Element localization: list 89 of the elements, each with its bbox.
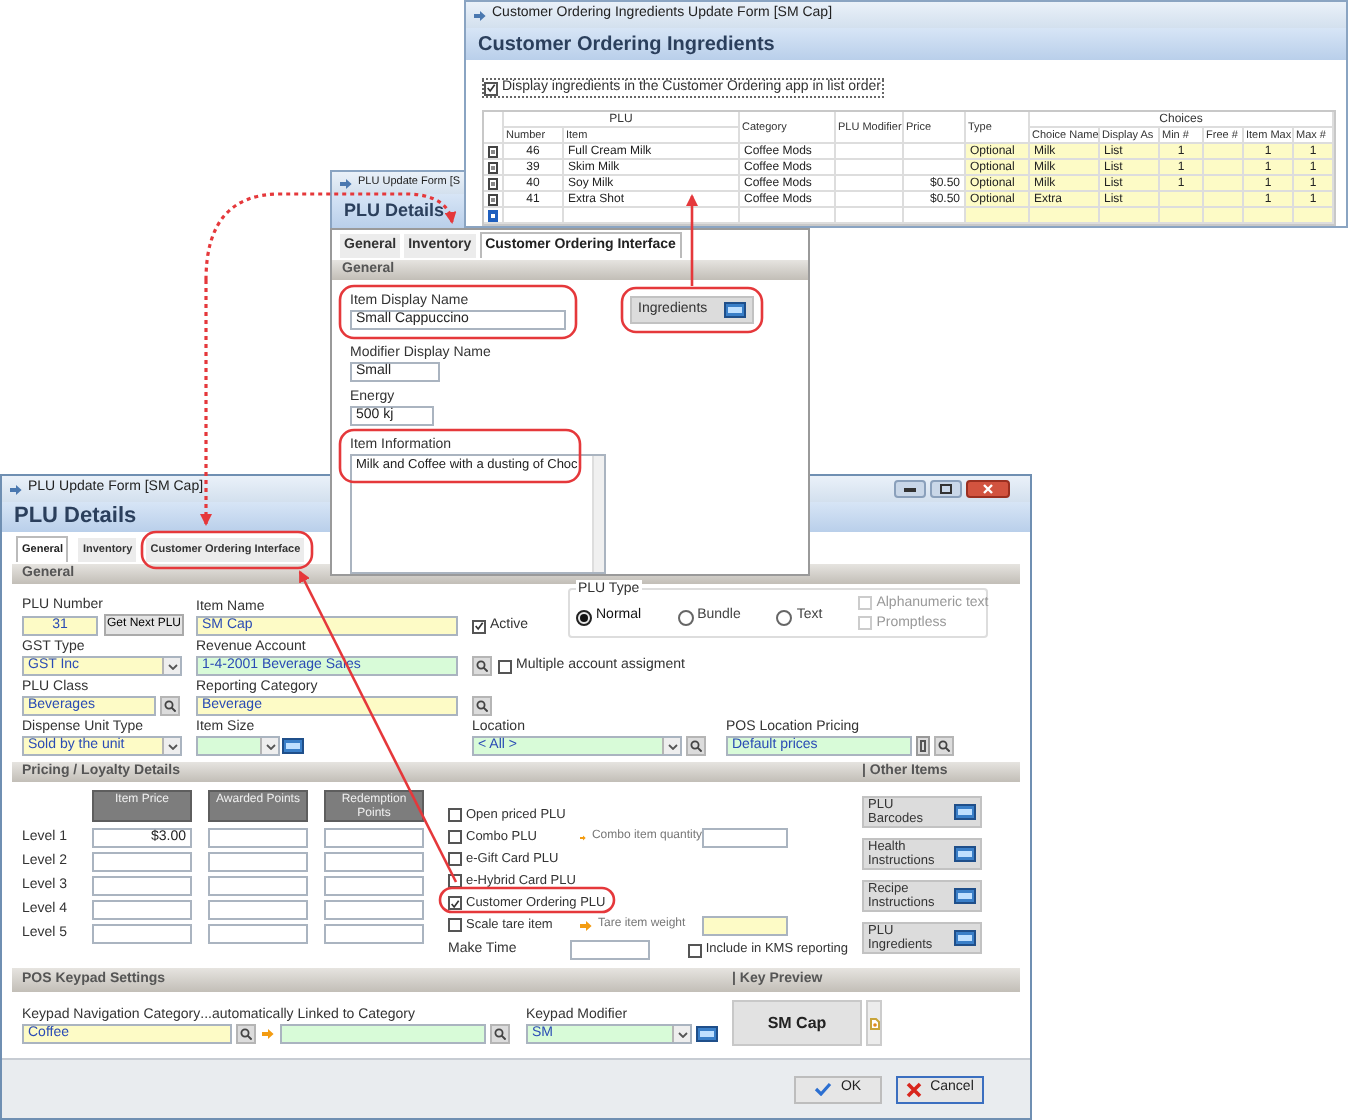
row-selector-icon bbox=[488, 193, 498, 205]
minimize-button[interactable] bbox=[894, 480, 926, 498]
text-field[interactable] bbox=[324, 828, 424, 848]
spin-icon bbox=[920, 740, 926, 752]
text-field[interactable] bbox=[324, 852, 424, 872]
maximize-icon bbox=[940, 484, 952, 494]
header-cell bbox=[484, 112, 504, 144]
spin-button[interactable] bbox=[916, 736, 930, 756]
search-button[interactable] bbox=[490, 1024, 510, 1044]
row-selector-icon bbox=[488, 161, 498, 173]
window-icon bbox=[954, 888, 976, 904]
row-selector-icon bbox=[488, 177, 498, 189]
window-icon bbox=[954, 930, 976, 946]
table-cell[interactable] bbox=[1100, 208, 1160, 224]
caret-icon bbox=[265, 743, 275, 749]
minimize-icon bbox=[904, 487, 916, 491]
text-field[interactable] bbox=[208, 852, 308, 872]
arrow-icon bbox=[474, 9, 486, 21]
search-button[interactable] bbox=[686, 736, 706, 756]
row-selector-icon bbox=[488, 145, 498, 157]
table-cell[interactable] bbox=[1204, 208, 1244, 224]
text-field[interactable] bbox=[208, 924, 308, 944]
text-field[interactable] bbox=[208, 900, 308, 920]
checkmark-icon bbox=[486, 82, 496, 94]
search-icon bbox=[938, 740, 950, 752]
window-icon bbox=[724, 302, 746, 318]
arrow-icon bbox=[340, 177, 352, 189]
table-cell[interactable] bbox=[1030, 208, 1100, 224]
text-field[interactable] bbox=[324, 924, 424, 944]
arrow-icon bbox=[10, 483, 22, 495]
x-icon bbox=[906, 1081, 923, 1097]
row-selector-icon bbox=[488, 209, 498, 221]
search-button[interactable] bbox=[472, 696, 492, 716]
search-button[interactable] bbox=[472, 656, 492, 676]
table-cell[interactable] bbox=[504, 208, 564, 224]
table-cell[interactable] bbox=[1244, 208, 1294, 224]
window-heading: Customer Ordering Ingredients bbox=[478, 31, 775, 59]
window-heading: PLU Details bbox=[14, 502, 137, 533]
caret-icon bbox=[677, 1031, 687, 1037]
search-icon bbox=[690, 740, 702, 752]
search-icon bbox=[476, 660, 488, 672]
search-button[interactable] bbox=[160, 696, 180, 716]
table-cell[interactable] bbox=[836, 208, 904, 224]
maximize-button[interactable] bbox=[930, 480, 962, 498]
arrow-icon bbox=[262, 1028, 274, 1040]
table-cell[interactable] bbox=[904, 208, 966, 224]
document-icon bbox=[869, 1017, 879, 1029]
text-field[interactable] bbox=[92, 900, 192, 920]
window-icon bbox=[954, 846, 976, 862]
search-icon bbox=[164, 700, 176, 712]
close-icon bbox=[982, 484, 994, 494]
text-field[interactable] bbox=[92, 876, 192, 896]
window-icon bbox=[696, 1026, 718, 1042]
window-icon bbox=[954, 804, 976, 820]
caret-icon bbox=[667, 743, 677, 749]
arrow bbox=[686, 194, 698, 286]
caret-icon bbox=[167, 743, 177, 749]
text-field[interactable] bbox=[324, 876, 424, 896]
window-icon bbox=[282, 738, 304, 754]
side-button[interactable] bbox=[866, 1000, 882, 1046]
text-field[interactable] bbox=[570, 940, 650, 961]
text-field[interactable] bbox=[702, 827, 788, 847]
table-cell[interactable] bbox=[1160, 208, 1204, 224]
checkmark-icon bbox=[814, 1082, 833, 1096]
text-field[interactable] bbox=[208, 828, 308, 848]
search-icon bbox=[494, 1028, 506, 1040]
key-preview-button[interactable]: SM Cap bbox=[732, 1000, 862, 1046]
search-button[interactable] bbox=[236, 1024, 256, 1044]
table-cell[interactable] bbox=[1294, 208, 1334, 224]
text-field[interactable] bbox=[92, 924, 192, 944]
caret-icon bbox=[167, 663, 177, 669]
text-field[interactable] bbox=[208, 876, 308, 896]
search-icon bbox=[240, 1028, 252, 1040]
table-cell[interactable] bbox=[966, 208, 1030, 224]
checkmark-icon bbox=[474, 620, 484, 632]
table-cell[interactable] bbox=[564, 208, 740, 224]
search-icon bbox=[476, 700, 488, 712]
text-field[interactable] bbox=[324, 900, 424, 920]
text-field[interactable] bbox=[92, 852, 192, 872]
close-button[interactable] bbox=[966, 480, 1010, 498]
window-heading: PLU Details bbox=[344, 197, 445, 224]
checkmark-icon bbox=[450, 897, 460, 909]
text-field[interactable] bbox=[702, 915, 788, 935]
text-field[interactable] bbox=[280, 1024, 486, 1044]
table-cell[interactable] bbox=[740, 208, 836, 224]
arrow-icon bbox=[580, 919, 592, 931]
dropdown[interactable] bbox=[196, 736, 280, 756]
callout-outline bbox=[620, 286, 764, 334]
search-button[interactable] bbox=[934, 736, 954, 756]
